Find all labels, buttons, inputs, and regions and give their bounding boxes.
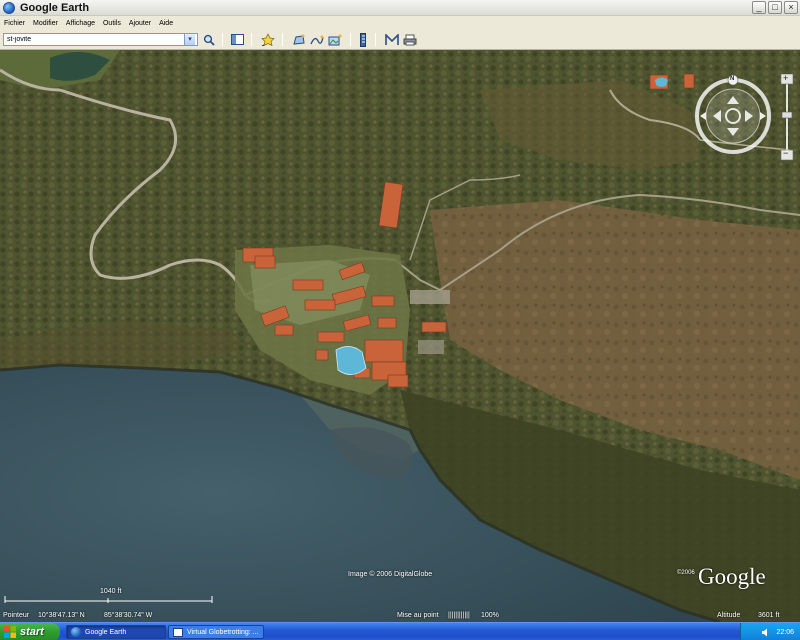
windows-flag-icon [4, 626, 16, 638]
start-label: start [20, 626, 44, 638]
pointer-latitude: 10°38'47.13" N [38, 612, 85, 619]
search-history-dropdown[interactable]: ▾ [184, 34, 195, 45]
menu-aide[interactable]: Aide [155, 20, 177, 27]
zoom-in-button[interactable]: + [783, 73, 788, 83]
search-icon [203, 34, 215, 46]
pointer-longitude: 85°38'30.74" W [104, 612, 153, 619]
imagery-attribution: Image © 2006 DigitalGlobe [348, 571, 433, 578]
ruler-icon [359, 32, 366, 47]
window-title: Google Earth [20, 1, 90, 14]
add-path-button[interactable] [308, 32, 325, 47]
search-button[interactable] [200, 32, 217, 47]
pointer-label: Pointeur [3, 612, 30, 619]
google-earth-icon [71, 627, 81, 637]
taskbar-item-google-earth[interactable]: Google Earth [66, 625, 166, 639]
altitude-value: 3601 ft [758, 612, 780, 619]
toolbar-separator [350, 33, 351, 46]
windows-taskbar: start Google Earth Virtual Globetrotting… [0, 622, 800, 640]
sidebar-toggle-button[interactable] [229, 32, 246, 47]
minimize-button[interactable]: _ [752, 1, 766, 14]
menu-outils[interactable]: Outils [99, 20, 125, 27]
close-button[interactable]: × [784, 1, 798, 14]
browser-window-icon [173, 627, 183, 637]
compass-ring-icon[interactable] [690, 74, 800, 174]
email-icon [384, 33, 399, 45]
taskbar-item-label: Google Earth [85, 628, 127, 636]
add-polygon-button[interactable] [290, 32, 307, 47]
satellite-imagery [0, 50, 800, 622]
maximize-button[interactable]: □ [768, 1, 782, 14]
ruler-button[interactable] [356, 32, 369, 47]
menu-ajouter[interactable]: Ajouter [125, 20, 155, 27]
streaming-progress-bars: |||||||||||| [448, 612, 470, 619]
map-view[interactable]: N + − Image © 2006 DigitalGlobe ©2006 Go… [0, 50, 800, 622]
toolbar-separator [251, 33, 252, 46]
status-overlay: Pointeur 10°38'47.13" N 85°38'30.74" W M… [0, 610, 800, 622]
google-earth-app-icon [3, 1, 15, 14]
google-logo: Google [698, 564, 766, 589]
print-icon [403, 34, 416, 45]
add-image-overlay-button[interactable] [326, 32, 343, 47]
start-button[interactable]: start [0, 623, 60, 640]
navigation-control: N + − [690, 73, 800, 174]
image-overlay-icon [328, 34, 341, 45]
menu-affichage[interactable]: Affichage [62, 20, 99, 27]
volume-icon[interactable] [761, 628, 770, 637]
fly-to-search-box: ▾ [3, 33, 198, 46]
compass-north-label: N [730, 76, 735, 82]
clock[interactable]: 22:06 [776, 629, 794, 636]
menu-fichier[interactable]: Fichier [0, 20, 29, 27]
email-button[interactable] [383, 32, 400, 47]
title-bar: Google Earth _ □ × [0, 0, 800, 16]
toolbar: ▾ [0, 30, 800, 50]
scale-bar-label: 1040 ft [100, 588, 122, 595]
menu-modifier[interactable]: Modifier [29, 20, 62, 27]
menu-bar: Fichier Modifier Affichage Outils Ajoute… [0, 16, 800, 30]
toolbar-separator [375, 33, 376, 46]
zoom-out-button[interactable]: − [783, 148, 788, 158]
path-icon [309, 35, 324, 44]
search-input[interactable] [4, 34, 184, 45]
streaming-percent: 100% [481, 612, 499, 619]
streaming-label: Mise au point [397, 612, 439, 619]
print-button[interactable] [401, 32, 418, 47]
toolbar-separator [222, 33, 223, 46]
add-placemark-button[interactable] [259, 32, 276, 47]
toolbar-separator [282, 33, 283, 46]
system-tray: 22:06 [740, 623, 800, 640]
logo-copyright-year: ©2006 [677, 570, 695, 576]
window-controls: _ □ × [752, 1, 798, 14]
sidebar-toggle-icon [231, 34, 244, 45]
taskbar-item-label: Virtual Globetrotting: ... [187, 628, 259, 636]
taskbar-item-browser[interactable]: Virtual Globetrotting: ... [168, 625, 264, 639]
polygon-icon [292, 34, 305, 45]
placemark-icon [260, 33, 275, 46]
altitude-label: Altitude [717, 612, 741, 619]
